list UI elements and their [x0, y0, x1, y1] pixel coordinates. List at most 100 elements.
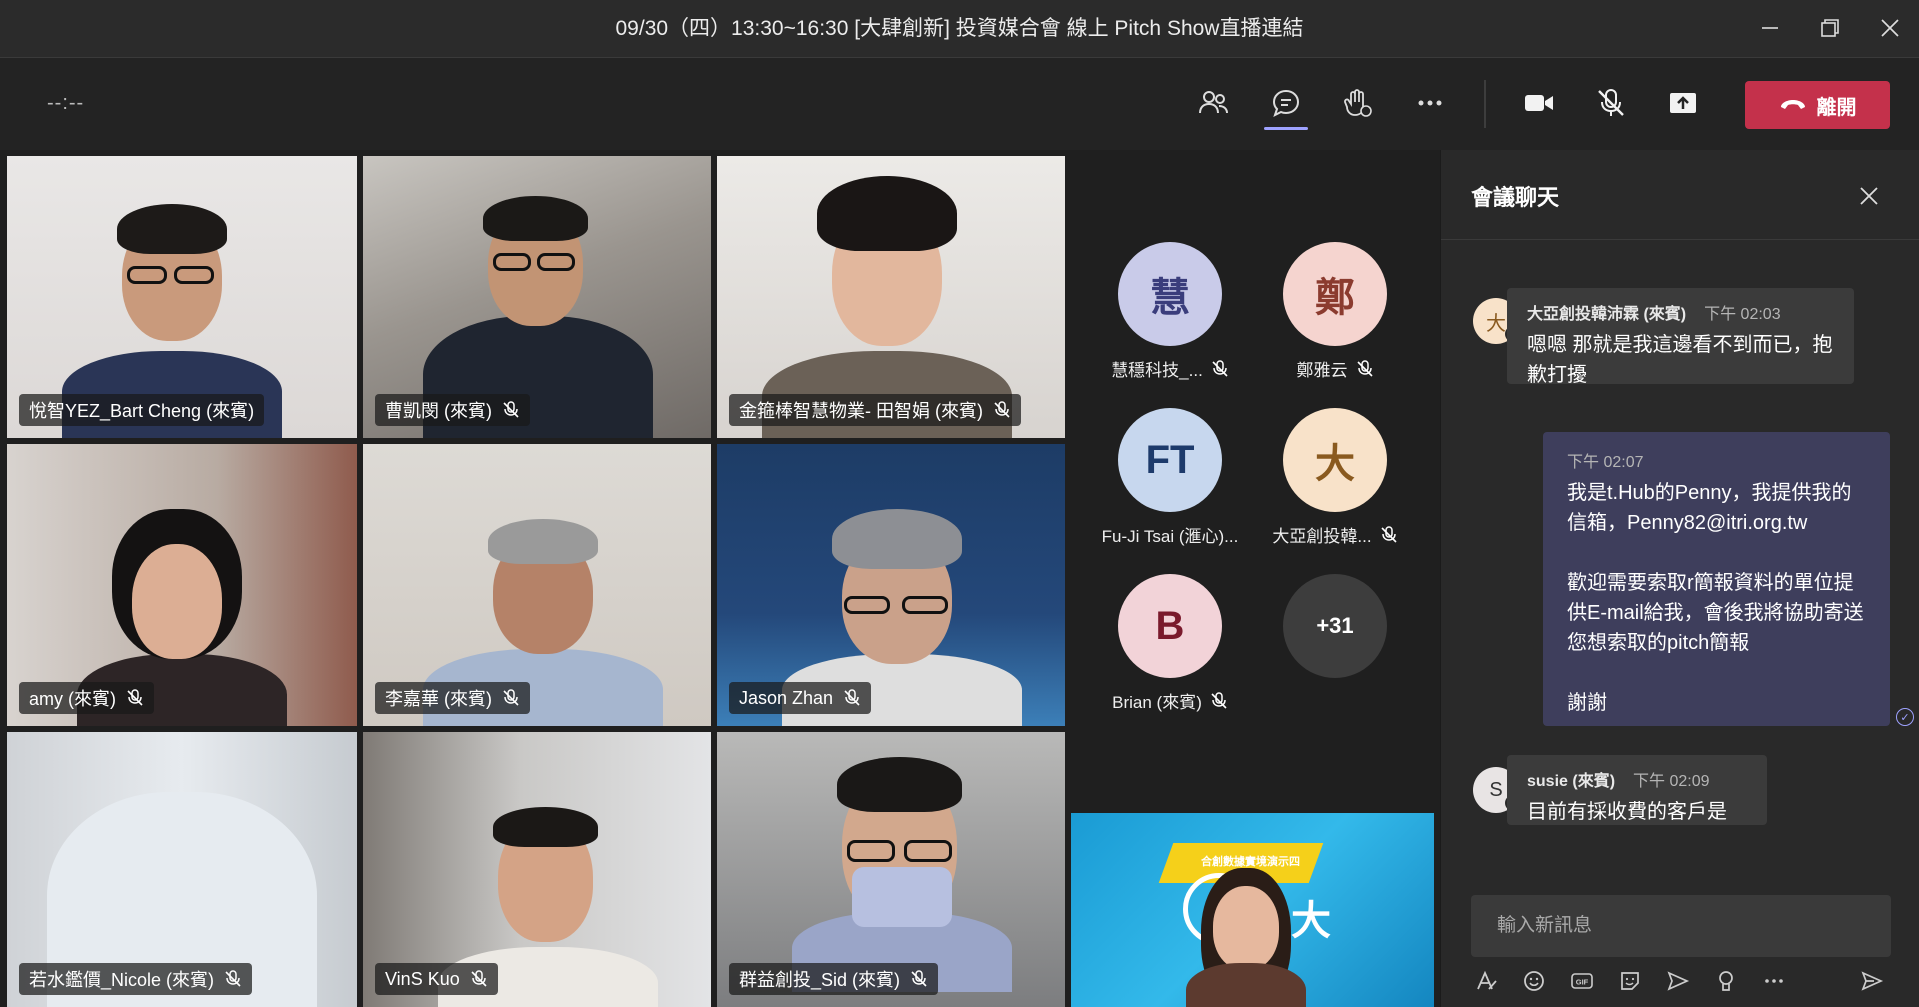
- compose-box[interactable]: [1471, 895, 1891, 957]
- chat-message[interactable]: 大亞創投韓沛霖 (來賓) 下午 02:03 嗯嗯 那就是我這邊看不到而已，抱歉打擾: [1507, 288, 1854, 386]
- chat-message[interactable]: susie (來賓) 下午 02:09 目前有採收費的客戶是: [1507, 755, 1767, 825]
- message-sender: 大亞創投韓沛霖 (來賓): [1527, 306, 1687, 323]
- participant-name: amy (來賓): [29, 689, 116, 709]
- restore-icon[interactable]: [1810, 10, 1850, 46]
- message-text: 目前有採收費的客戶是: [1527, 801, 1727, 823]
- video-tile[interactable]: VinS Kuo: [363, 732, 711, 1007]
- more-participants-button[interactable]: +31: [1235, 574, 1435, 678]
- share-icon[interactable]: [1658, 78, 1708, 128]
- message-sender: susie (來賓): [1527, 773, 1616, 790]
- video-tile[interactable]: 金箍棒智慧物業- 田智娟 (來賓): [717, 156, 1065, 438]
- message-time: 下午 02:07: [1567, 454, 1644, 471]
- chat-message-own[interactable]: 下午 02:07 我是t.Hub的Penny，我提供我的信箱，Penny82@i…: [1543, 432, 1890, 726]
- phone-icon: [1779, 94, 1807, 117]
- video-tile[interactable]: 曹凱閔 (來賓): [363, 156, 711, 438]
- avatar-initials: 慧: [1118, 242, 1222, 346]
- shared-content-tile[interactable]: 合創數據實境演示四 大: [1071, 813, 1434, 1007]
- participant-name: Fu-Ji Tsai (滙心)...: [1101, 527, 1239, 546]
- message-meta: susie (來賓) 下午 02:09: [1527, 767, 1747, 791]
- participant-name: 慧穩科技_...: [1111, 361, 1203, 380]
- avatar-initials: 大: [1486, 312, 1506, 335]
- minimize-icon[interactable]: [1750, 10, 1790, 46]
- sticker-icon[interactable]: [1615, 966, 1645, 996]
- participant-name-tag: 李嘉華 (來賓): [375, 682, 530, 714]
- avatar-initials: 鄭: [1283, 242, 1387, 346]
- message-input[interactable]: [1471, 895, 1891, 957]
- video-tile[interactable]: Jason Zhan: [717, 444, 1065, 726]
- participant-avatar[interactable]: 大 大亞創投韓...: [1235, 408, 1435, 547]
- chat-header: 會議聊天: [1441, 150, 1919, 240]
- raise-hand-icon[interactable]: [1332, 78, 1382, 128]
- video-tile[interactable]: amy (來賓): [7, 444, 357, 726]
- participant-avatar[interactable]: 鄭 鄭雅云: [1235, 242, 1435, 381]
- mic-muted-icon: [1212, 359, 1228, 377]
- close-icon[interactable]: [1851, 178, 1887, 214]
- more-icon[interactable]: [1405, 78, 1455, 128]
- message-meta: 下午 02:07: [1567, 448, 1866, 472]
- participant-name-tag: 金箍棒智慧物業- 田智娟 (來賓): [729, 394, 1021, 426]
- participant-name: 金箍棒智慧物業- 田智娟 (來賓): [739, 401, 983, 421]
- message-text: 嗯嗯 那就是我這邊看不到而已，抱歉打擾: [1527, 334, 1833, 386]
- mic-muted-icon: [1211, 691, 1227, 709]
- participant-name: VinS Kuo: [385, 968, 460, 989]
- participant-name: 曹凱閔 (來賓): [385, 401, 492, 421]
- window-title: 09/30（四）13:30~16:30 [大肆創新] 投資媒合會 線上 Pitc…: [615, 17, 1304, 40]
- participant-name-tag: 悅智YEZ_Bart Cheng (來賓): [19, 394, 265, 426]
- avatar-initials: FT: [1118, 408, 1222, 512]
- video-tile[interactable]: 群益創投_Sid (來賓): [717, 732, 1065, 1007]
- praise-icon[interactable]: [1711, 966, 1741, 996]
- participant-name: 悅智YEZ_Bart Cheng (來賓): [29, 401, 255, 421]
- participant-name: 若水鑑價_Nicole (來賓): [29, 970, 215, 990]
- emoji-icon[interactable]: [1519, 966, 1549, 996]
- message-time: 下午 02:03: [1704, 306, 1781, 323]
- camera-icon[interactable]: [1514, 78, 1564, 128]
- mic-muted-icon: [844, 689, 860, 706]
- mic-muted-icon: [1381, 525, 1397, 543]
- participant-name: 李嘉華 (來賓): [385, 689, 492, 709]
- mic-muted-icon: [911, 970, 927, 987]
- message-time: 下午 02:09: [1633, 773, 1710, 790]
- chat-title: 會議聊天: [1471, 185, 1560, 210]
- video-tile[interactable]: 若水鑑價_Nicole (來賓): [7, 732, 357, 1007]
- title-bar: 09/30（四）13:30~16:30 [大肆創新] 投資媒合會 線上 Pitc…: [0, 0, 1919, 58]
- mic-muted-icon: [127, 689, 143, 706]
- divider: [1484, 80, 1486, 128]
- mic-muted-icon: [1356, 359, 1373, 377]
- more-icon[interactable]: [1759, 966, 1789, 996]
- participant-name: Brian (來賓): [1112, 693, 1202, 712]
- video-tile[interactable]: 李嘉華 (來賓): [363, 444, 711, 726]
- video-tile[interactable]: 悅智YEZ_Bart Cheng (來賓): [7, 156, 357, 438]
- avatar-initials: 大: [1283, 408, 1387, 512]
- mic-muted-icon: [503, 401, 519, 418]
- compose-toolbar: GIF: [1471, 962, 1891, 1002]
- participant-name: 鄭雅云: [1296, 361, 1348, 380]
- people-icon[interactable]: [1188, 78, 1238, 128]
- participant-name-tag: 群益創投_Sid (來賓): [729, 963, 939, 995]
- chat-icon[interactable]: [1261, 78, 1311, 130]
- participant-name: 大亞創投韓...: [1272, 527, 1372, 546]
- send-icon[interactable]: [1857, 966, 1887, 996]
- participant-name-tag: amy (來賓): [19, 682, 154, 714]
- slide-text: 大: [1291, 899, 1331, 943]
- meeting-control-bar: --:--: [0, 58, 1919, 150]
- send-later-icon[interactable]: [1663, 966, 1693, 996]
- participant-name-tag: 曹凱閔 (來賓): [375, 394, 530, 426]
- svg-text:GIF: GIF: [1576, 978, 1589, 987]
- mic-muted-icon: [994, 401, 1010, 418]
- participant-name-tag: VinS Kuo: [375, 963, 498, 995]
- avatar-label: 大亞創投韓...: [1235, 522, 1435, 547]
- mic-muted-icon: [225, 970, 241, 987]
- participant-name: Jason Zhan: [739, 687, 834, 708]
- format-icon[interactable]: [1471, 966, 1501, 996]
- avatar-label: Brian (來賓): [1070, 688, 1270, 713]
- mic-off-icon[interactable]: [1586, 78, 1636, 128]
- participant-name-tag: Jason Zhan: [729, 682, 872, 714]
- leave-button[interactable]: 離開: [1745, 81, 1890, 129]
- slide-banner-text: 合創數據實境演示四: [1201, 856, 1300, 868]
- gif-icon[interactable]: GIF: [1567, 966, 1597, 996]
- participants-avatar-grid: 慧 慧穩科技_... 鄭 鄭雅云 FT Fu-Ji Tsai (滙心)... 大…: [1070, 150, 1440, 810]
- close-window-icon[interactable]: [1870, 10, 1910, 46]
- avatar-label: 鄭雅云: [1235, 356, 1435, 381]
- more-participants-count: +31: [1283, 574, 1387, 678]
- mic-muted-icon: [503, 689, 519, 706]
